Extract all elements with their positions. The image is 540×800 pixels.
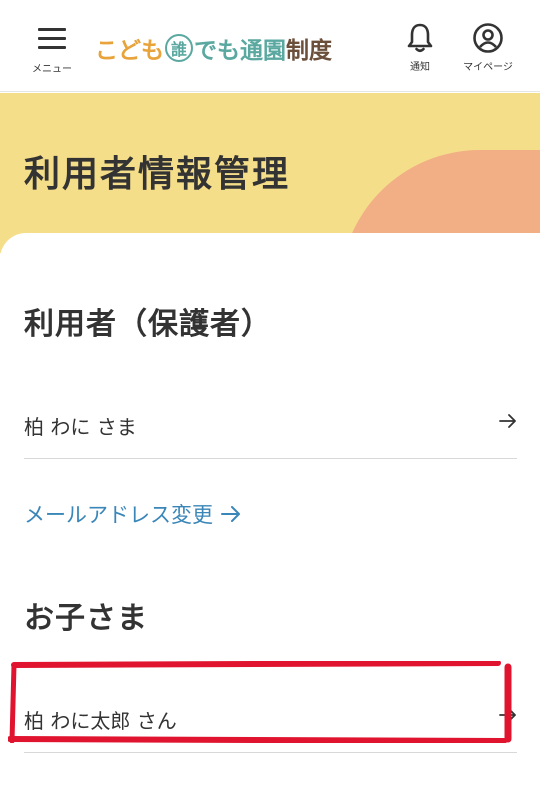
content-card: 利用者（保護者） 柏 わに さま メールアドレス変更 お子さま 柏 わに太郎 さ… — [0, 233, 540, 800]
guardian-row[interactable]: 柏 わに さま — [24, 389, 517, 459]
notification-button[interactable]: 通知 — [398, 22, 442, 78]
user-circle-icon — [473, 23, 503, 53]
app-header: メニュー こども 誰 でも 通園 制度 通知 マイページ — [0, 0, 540, 92]
guardian-name: 柏 わに さま — [24, 415, 137, 439]
guardian-section-title: 利用者（保護者） — [24, 307, 272, 342]
mypage-button[interactable]: マイページ — [456, 22, 520, 78]
mypage-label: マイページ — [463, 62, 513, 73]
logo-part-2: でも — [194, 38, 240, 64]
menu-label: メニュー — [32, 64, 72, 75]
hamburger-icon — [38, 28, 66, 50]
logo-part-3: 通園 — [240, 38, 286, 64]
menu-button[interactable]: メニュー — [22, 22, 82, 78]
email-change-label: メールアドレス変更 — [24, 503, 213, 527]
arrow-right-icon — [499, 708, 516, 722]
child-row[interactable]: 柏 わに太郎 さん — [24, 683, 517, 753]
child-name: 柏 わに太郎 さん — [24, 709, 177, 733]
logo-circled-char: 誰 — [165, 34, 193, 62]
email-change-link[interactable]: メールアドレス変更 — [24, 499, 241, 529]
logo-part-1: こども — [95, 38, 164, 64]
notification-label: 通知 — [410, 62, 430, 73]
children-section-title: お子さま — [24, 601, 148, 636]
arrow-right-icon — [221, 506, 240, 522]
logo-part-4: 制度 — [286, 38, 332, 64]
page-title: 利用者情報管理 — [24, 154, 291, 195]
hero-banner: 利用者情報管理 — [0, 93, 540, 253]
arrow-right-icon — [499, 414, 516, 428]
site-logo[interactable]: こども 誰 でも 通園 制度 — [95, 30, 332, 66]
bell-icon — [407, 23, 433, 53]
